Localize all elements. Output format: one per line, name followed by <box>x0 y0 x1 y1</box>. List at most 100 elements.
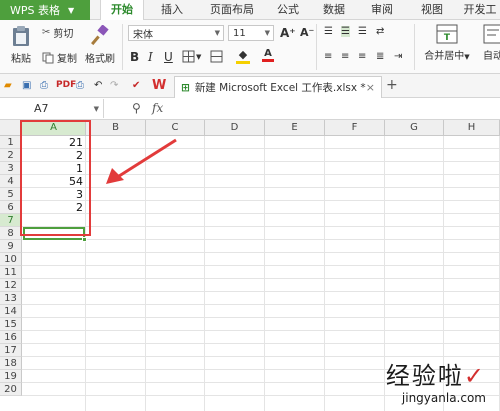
tab-insert[interactable]: 插入 <box>150 0 194 20</box>
row-header[interactable]: 15 <box>0 318 22 331</box>
font-color-swatch <box>262 59 274 62</box>
column-header[interactable]: H <box>444 120 500 136</box>
font-size-select[interactable]: 11 ▼ <box>228 25 274 41</box>
border-button[interactable]: ▼ <box>182 50 201 63</box>
row-header[interactable]: 10 <box>0 253 22 266</box>
merge-center-button[interactable]: T 合并居中▼ <box>420 24 474 62</box>
paste-label: 粘贴 <box>11 54 31 65</box>
export-pdf-button[interactable]: PDF <box>56 80 76 90</box>
row-header[interactable]: 13 <box>0 292 22 305</box>
align-top-button[interactable]: ☰ <box>324 26 333 37</box>
fill-handle[interactable] <box>82 237 87 242</box>
gridline <box>384 136 385 411</box>
cut-button[interactable]: ✂ 剪切 <box>42 25 73 40</box>
tab-data[interactable]: 数据 <box>314 0 354 20</box>
bold-button[interactable]: B <box>130 50 139 64</box>
select-all-corner[interactable] <box>0 120 22 136</box>
column-header[interactable]: B <box>86 120 146 136</box>
italic-icon: I <box>148 50 153 64</box>
paint-bucket-icon: ◆ <box>238 48 248 61</box>
row-header[interactable]: 9 <box>0 240 22 253</box>
row-header[interactable]: 17 <box>0 344 22 357</box>
undo-button[interactable]: ↶ <box>94 80 102 91</box>
copy-button[interactable]: 复制 <box>42 50 77 65</box>
wps-logo-button[interactable]: W <box>152 78 166 93</box>
undo-icon: ↶ <box>94 80 103 91</box>
print-preview-button[interactable]: ⎙ <box>76 80 84 91</box>
gridline <box>22 317 500 318</box>
document-tab[interactable]: ⊞ 新建 Microsoft Excel 工作表.xlsx * × <box>174 76 382 98</box>
underline-button[interactable]: U <box>164 50 173 64</box>
font-shrink-button[interactable]: A⁻ <box>300 26 314 39</box>
name-box[interactable]: A7 ▼ <box>0 99 104 118</box>
indent-button[interactable]: ⇥ <box>394 51 402 62</box>
paste-button[interactable]: 粘贴 <box>6 25 36 65</box>
customize-toolbar-button[interactable]: ✔ <box>132 80 140 91</box>
tab-developer[interactable]: 开发工 <box>460 0 500 20</box>
tab-view[interactable]: 视图 <box>412 0 452 20</box>
align-right-icon: ≡ <box>358 51 367 62</box>
row-header[interactable]: 3 <box>0 162 22 175</box>
tab-review[interactable]: 审阅 <box>362 0 402 20</box>
align-center-button[interactable]: ≡ <box>341 51 349 62</box>
align-bottom-icon: ☰ <box>358 26 367 37</box>
zoom-button[interactable]: ⚲ <box>132 101 141 115</box>
align-middle-button[interactable]: ☰ <box>341 26 350 37</box>
justify-button[interactable]: ≣ <box>376 51 384 62</box>
italic-button[interactable]: I <box>148 50 153 64</box>
row-header[interactable]: 2 <box>0 149 22 162</box>
fill-color-button[interactable]: ◆ <box>236 48 250 64</box>
row-header[interactable]: 12 <box>0 279 22 292</box>
column-header[interactable]: D <box>205 120 265 136</box>
row-header[interactable]: 8 <box>0 227 22 240</box>
row-header[interactable]: 4 <box>0 175 22 188</box>
formula-bar: A7 ▼ ⚲ fx <box>0 98 500 120</box>
table-icon <box>210 50 223 63</box>
print-button[interactable]: ⎙ <box>40 80 48 91</box>
justify-icon: ≣ <box>376 51 385 62</box>
app-menu-button[interactable]: WPS 表格 ▼ <box>0 0 90 20</box>
column-header[interactable]: E <box>265 120 325 136</box>
row-header[interactable]: 14 <box>0 305 22 318</box>
redo-button[interactable]: ↷ <box>110 80 118 91</box>
gridline <box>22 291 500 292</box>
tab-formulas[interactable]: 公式 <box>268 0 308 20</box>
row-header[interactable]: 19 <box>0 370 22 383</box>
watermark-text: 经验啦 <box>385 362 464 390</box>
insert-function-button[interactable]: fx <box>152 101 163 115</box>
wps-logo-icon: W <box>152 78 167 93</box>
open-button[interactable]: ▰ <box>4 80 12 91</box>
formula-input[interactable] <box>176 99 500 118</box>
align-left-button[interactable]: ≡ <box>324 51 332 62</box>
tab-home[interactable]: 开始 <box>100 0 144 21</box>
column-header[interactable]: G <box>385 120 444 136</box>
font-color-icon: A <box>264 48 272 59</box>
row-header[interactable]: 20 <box>0 383 22 396</box>
save-button[interactable]: ▣ <box>22 80 31 91</box>
orientation-button[interactable]: ⇄ <box>376 26 384 37</box>
column-header[interactable]: F <box>325 120 385 136</box>
auto-wrap-button[interactable]: 自动 <box>478 24 500 62</box>
gridline <box>22 330 500 331</box>
column-header[interactable]: C <box>146 120 205 136</box>
close-icon[interactable]: × <box>366 81 375 94</box>
font-grow-button[interactable]: A⁺ <box>280 26 296 40</box>
align-right-button[interactable]: ≡ <box>358 51 366 62</box>
row-header[interactable]: 1 <box>0 136 22 149</box>
tab-page-layout[interactable]: 页面布局 <box>202 0 262 20</box>
magnifier-icon: ⚲ <box>132 101 141 115</box>
row-header[interactable]: 5 <box>0 188 22 201</box>
row-header[interactable]: 11 <box>0 266 22 279</box>
font-color-button[interactable]: A <box>262 48 274 62</box>
row-header[interactable]: 18 <box>0 357 22 370</box>
row-header[interactable]: 7 <box>0 214 22 227</box>
font-grow-icon: A⁺ <box>280 26 296 40</box>
format-painter-button[interactable]: 格式刷 <box>84 25 116 65</box>
font-name-select[interactable]: 宋体 ▼ <box>128 25 224 41</box>
gridline <box>22 161 500 162</box>
new-tab-button[interactable]: + <box>386 77 398 93</box>
merge-cells-button[interactable] <box>210 50 223 63</box>
row-header[interactable]: 6 <box>0 201 22 214</box>
align-bottom-button[interactable]: ☰ <box>358 26 367 37</box>
row-header[interactable]: 16 <box>0 331 22 344</box>
